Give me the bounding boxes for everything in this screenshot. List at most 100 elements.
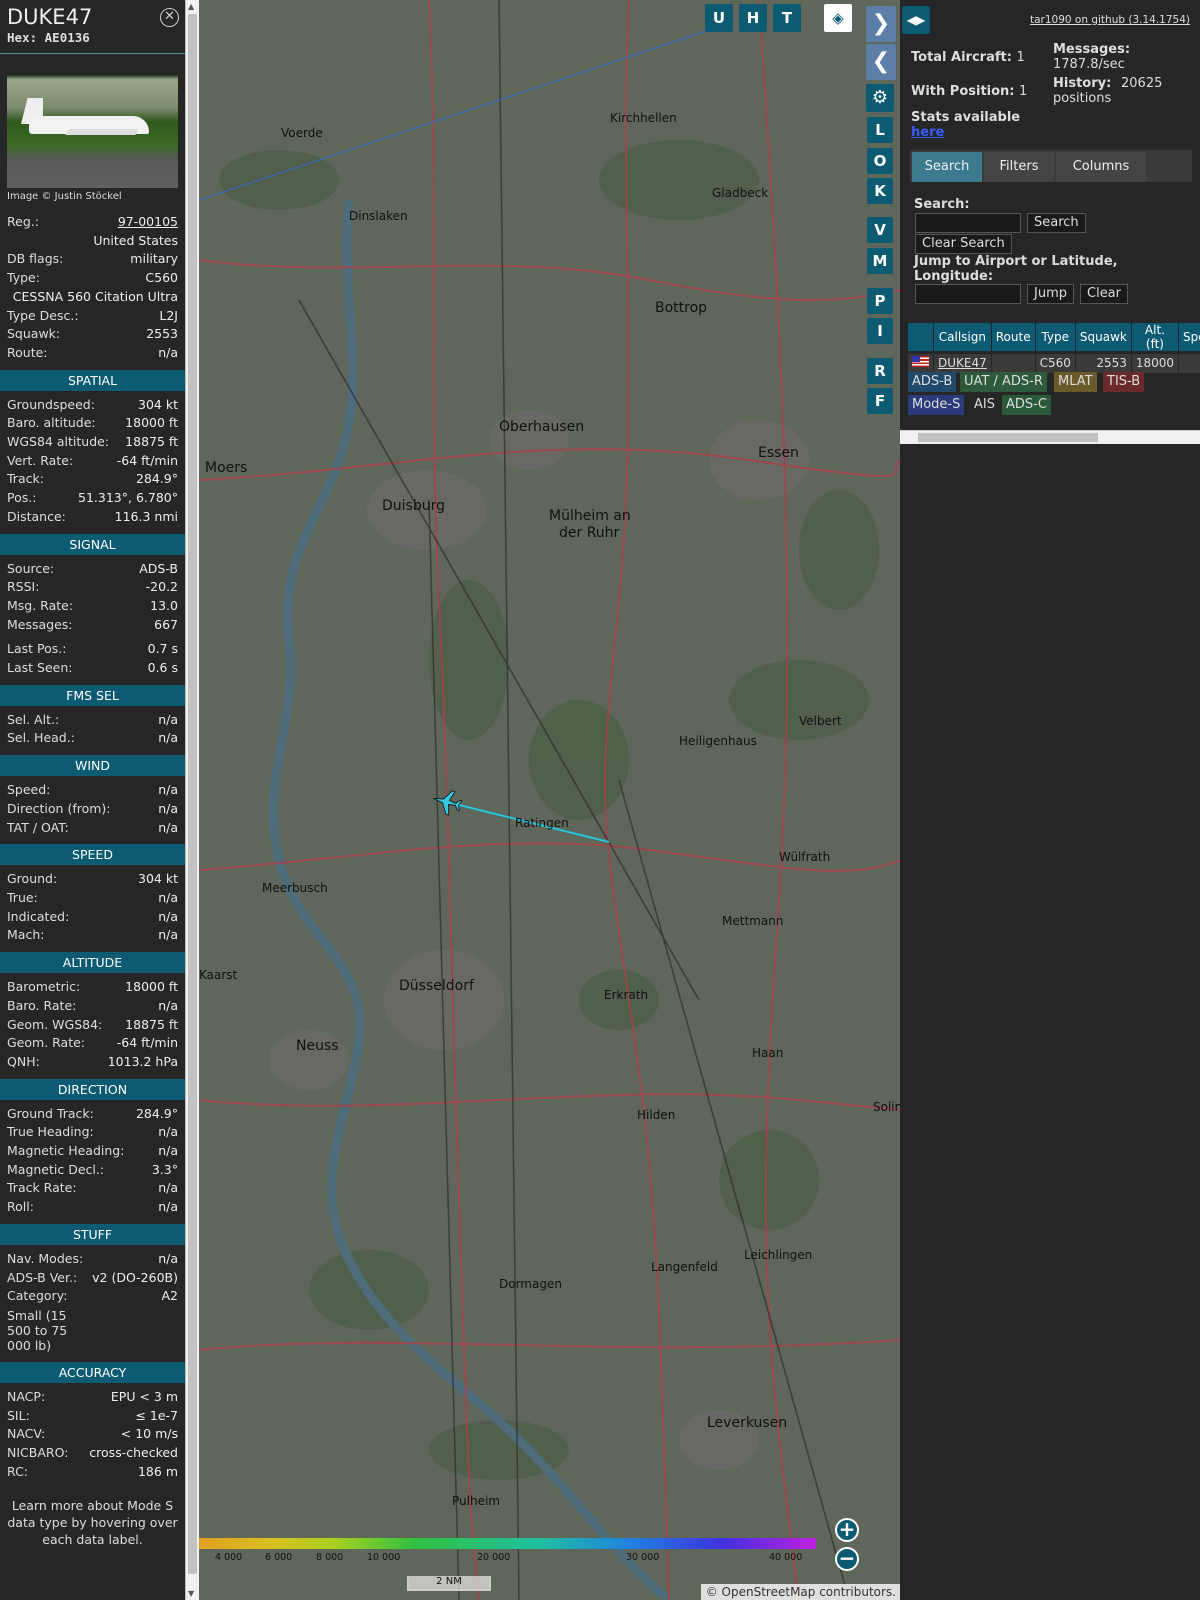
map-city-label: Duisburg <box>382 498 445 514</box>
map-button-t[interactable]: T <box>773 4 801 32</box>
zoom-out-icon[interactable]: − <box>835 1547 859 1571</box>
detail-row: CESSNA 560 Citation Ultra <box>0 288 185 307</box>
column-header[interactable]: Spd. <box>1178 323 1200 353</box>
expand-right-icon[interactable]: ❯ <box>866 6 896 42</box>
column-header[interactable]: Squawk <box>1075 323 1132 353</box>
flag-cell <box>908 351 934 373</box>
detail-row: Track Rate: n/a <box>0 1179 185 1198</box>
column-header[interactable]: Alt. (ft) <box>1131 323 1180 353</box>
jump-input[interactable] <box>915 284 1021 304</box>
detail-label: Pos.: <box>7 490 37 506</box>
map-city-label: Mülheim an <box>549 508 631 524</box>
messages-value: 1787.8/sec <box>1053 57 1125 72</box>
aircraft-photo[interactable] <box>7 74 178 188</box>
detail-row: Squawk: 2553 <box>0 325 185 344</box>
collapse-left-icon[interactable]: ❮ <box>866 44 896 80</box>
map-button-o[interactable]: O <box>867 148 893 174</box>
detail-value: L2J <box>159 307 178 323</box>
detail-row: Type: C560 <box>0 269 185 288</box>
settings-gear-icon[interactable]: ⚙ <box>866 84 894 112</box>
aircraft-table: CallsignRouteTypeSquawkAlt. (ft)Spd. DUK… <box>908 323 1200 373</box>
clear-search-button[interactable]: Clear Search <box>915 234 1012 254</box>
source-legend-tis-b[interactable]: TIS-B <box>1103 372 1145 392</box>
map-button-r[interactable]: R <box>867 358 893 384</box>
stats-link[interactable]: here <box>911 125 944 140</box>
map-city-label: Leichlingen <box>744 1248 813 1262</box>
tab-filters[interactable]: Filters <box>984 152 1054 182</box>
detail-label: Roll: <box>7 1199 34 1215</box>
layers-button[interactable]: ◈ <box>824 4 852 32</box>
tab-columns[interactable]: Columns <box>1056 152 1146 182</box>
column-header[interactable]: Route <box>991 323 1036 353</box>
map-city-label: Dinslaken <box>349 209 408 223</box>
source-legend-ads-c[interactable]: ADS-C <box>1002 395 1051 415</box>
search-input[interactable] <box>915 213 1021 233</box>
table-cell: 2553 <box>1075 351 1132 373</box>
jump-button[interactable]: Jump <box>1027 284 1074 304</box>
source-legend-ais[interactable]: AIS <box>970 395 999 415</box>
source-legend-uat-ads-r[interactable]: UAT / ADS-R <box>960 372 1047 392</box>
map-button-i[interactable]: I <box>867 318 893 344</box>
source-legend-mode-s[interactable]: Mode-S <box>908 395 965 415</box>
clear-button[interactable]: Clear <box>1080 284 1128 304</box>
column-header[interactable]: Type <box>1035 323 1076 353</box>
table-cell: 18000 <box>1131 351 1180 373</box>
map-button-f[interactable]: F <box>867 388 893 414</box>
zoom-in-icon[interactable]: + <box>835 1518 859 1542</box>
messages-label: Messages: <box>1053 42 1131 57</box>
source-legend-ads-b[interactable]: ADS-B <box>908 372 957 392</box>
section-header-wind: WIND <box>0 755 185 777</box>
map-button-h[interactable]: H <box>739 4 767 32</box>
detail-value: 2553 <box>146 326 178 342</box>
registration-link[interactable]: 97-00105 <box>118 213 178 232</box>
map-city-label: Mettmann <box>722 914 784 928</box>
detail-row: Baro. Rate: n/a <box>0 997 185 1016</box>
detail-row: NACV: < 10 m/s <box>0 1425 185 1444</box>
detail-row: TAT / OAT: n/a <box>0 819 185 838</box>
map-city-label: Gladbeck <box>712 186 769 200</box>
detail-label: Mach: <box>7 927 45 943</box>
map-city-label: Oberhausen <box>499 419 585 435</box>
detail-row: Magnetic Heading: n/a <box>0 1142 185 1161</box>
toggle-sidebar-icon[interactable]: ◀▶ <box>902 6 930 34</box>
map-attribution: © OpenStreetMap contributors. <box>700 1584 901 1600</box>
column-header[interactable] <box>908 323 934 353</box>
map-button-v[interactable]: V <box>867 217 893 243</box>
sidebar-scrollbar[interactable]: ▲ ▼ <box>185 0 199 1600</box>
map-button-k[interactable]: K <box>867 178 893 204</box>
tab-search[interactable]: Search <box>912 152 982 182</box>
map-button-u[interactable]: U <box>705 4 733 32</box>
detail-row: True Heading: n/a <box>0 1123 185 1142</box>
github-link[interactable]: tar1090 on github (3.14.1754) <box>1030 14 1190 26</box>
map-city-label: Kaarst <box>199 968 238 982</box>
search-button[interactable]: Search <box>1027 213 1086 233</box>
map-city-label: Düsseldorf <box>399 978 474 994</box>
map-button-l[interactable]: L <box>867 117 893 143</box>
detail-label: ADS-B Ver.: <box>7 1269 78 1285</box>
map-view[interactable]: Duisburg Düsseldorf Oberhausen Bottrop Essen… <box>199 0 901 1600</box>
history-value-1: 20625 <box>1121 76 1163 91</box>
map-city-label: Moers <box>205 460 248 476</box>
map-button-m[interactable]: M <box>867 248 893 274</box>
detail-value: n/a <box>158 927 178 943</box>
total-aircraft: Total Aircraft: 1 <box>911 50 1025 65</box>
history-value-2: positions <box>1053 91 1112 106</box>
detail-label: Speed: <box>7 782 51 798</box>
sidebar-footer: Learn more about Mode S data type by hov… <box>7 1498 178 1548</box>
column-header[interactable]: Callsign <box>933 323 992 353</box>
detail-value: 0.7 s <box>147 641 178 657</box>
table-row[interactable]: DUKE47 C560 2553 18000 <box>908 351 1200 373</box>
detail-value: 51.313°, 6.780° <box>78 490 178 506</box>
detail-row: Last Pos.: 0.7 s <box>0 640 185 659</box>
detail-label: Sel. Head.: <box>7 730 75 746</box>
map-button-p[interactable]: P <box>867 288 893 314</box>
table-hscrollbar[interactable] <box>900 430 1200 444</box>
detail-value: -20.2 <box>145 579 178 595</box>
detail-value: n/a <box>158 1199 178 1215</box>
detail-label: Type: <box>7 270 40 286</box>
detail-value: 284.9° <box>135 471 178 487</box>
detail-label: Category: <box>7 1288 68 1304</box>
close-icon[interactable]: ✕ <box>160 8 179 27</box>
detail-label: Distance: <box>7 508 66 524</box>
source-legend-mlat[interactable]: MLAT <box>1054 372 1097 392</box>
